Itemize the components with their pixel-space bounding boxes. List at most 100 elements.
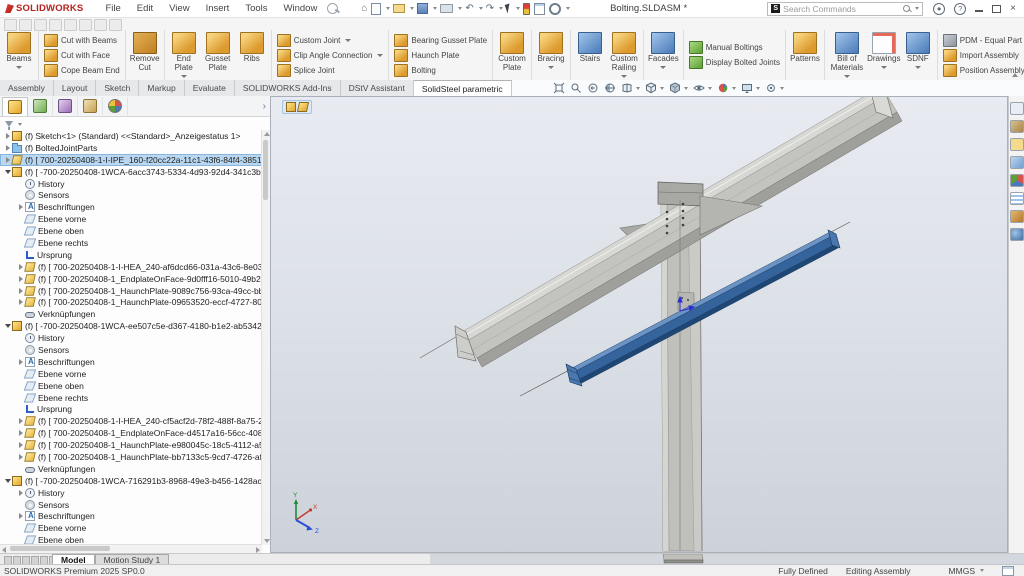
tree-item[interactable]: Beschriftungen bbox=[0, 201, 262, 213]
previous-view-icon[interactable] bbox=[586, 82, 600, 94]
tree-item[interactable]: (f) Sketch<1> (Standard) <<Standard>_Anz… bbox=[0, 130, 262, 142]
print-icon[interactable] bbox=[439, 2, 454, 15]
display-style-icon[interactable] bbox=[668, 82, 689, 94]
home-icon[interactable] bbox=[1010, 102, 1024, 115]
remove-cut-button[interactable]: Remove Cut bbox=[128, 31, 162, 79]
select-caret-icon[interactable] bbox=[516, 7, 520, 10]
assembly-icon[interactable] bbox=[286, 102, 296, 112]
tree-item[interactable]: Ursprung bbox=[0, 403, 262, 415]
steel-structure-model[interactable]: Y X Z bbox=[270, 96, 1008, 553]
tab-layout[interactable]: Layout bbox=[54, 80, 97, 96]
graphics-area[interactable]: Y X Z bbox=[270, 96, 1008, 553]
tree-item[interactable]: (f) [ 700-20250408-1_HaunchPlate-e980045… bbox=[0, 439, 262, 451]
tree-item[interactable]: Ursprung bbox=[0, 249, 262, 261]
save-caret-icon[interactable] bbox=[433, 7, 437, 10]
view-orientation-icon[interactable] bbox=[644, 82, 665, 94]
undo-caret-icon[interactable] bbox=[479, 7, 483, 10]
bill-of-materials-caret-icon[interactable] bbox=[844, 75, 850, 78]
tab-markup[interactable]: Markup bbox=[139, 80, 184, 96]
tree-item[interactable]: Sensors bbox=[0, 499, 262, 511]
view-settings-icon[interactable] bbox=[764, 82, 785, 94]
tree-item[interactable]: Beschriftungen bbox=[0, 356, 262, 368]
edit-appearance-icon[interactable] bbox=[716, 82, 737, 94]
scroll-up-icon[interactable] bbox=[264, 132, 270, 136]
tree-item[interactable]: (f) [ -700-20250408-1WCA-ee507c5e-d367-4… bbox=[0, 320, 262, 332]
collapse-arrow-icon[interactable] bbox=[3, 479, 12, 483]
hide-show-items-caret-icon[interactable] bbox=[708, 87, 712, 90]
collapse-arrow-icon[interactable] bbox=[3, 170, 12, 174]
sdnf-button[interactable]: SDNF bbox=[901, 31, 935, 79]
tab-dstv-assistant[interactable]: DStV Assistant bbox=[341, 80, 414, 96]
expand-arrow-icon[interactable] bbox=[16, 490, 25, 496]
filter-funnel-icon[interactable] bbox=[5, 121, 13, 127]
configurationmanager-tab[interactable] bbox=[53, 97, 78, 115]
bracing-button[interactable]: Bracing bbox=[534, 31, 568, 79]
haunch-plate-button[interactable]: Haunch Plate bbox=[391, 48, 490, 63]
tree-item[interactable]: (f) [ 700-20250408-1-I-HEA_240-cf5acf2d-… bbox=[0, 415, 262, 427]
part-icon[interactable] bbox=[297, 102, 309, 112]
undo-icon[interactable]: ↶ bbox=[464, 2, 474, 15]
view-palette-icon[interactable] bbox=[1010, 156, 1024, 169]
menu-tools[interactable]: Tools bbox=[237, 1, 275, 16]
file-properties-icon[interactable] bbox=[533, 2, 546, 15]
apply-scene-icon[interactable] bbox=[740, 82, 761, 94]
appearances-icon[interactable] bbox=[1010, 174, 1024, 187]
menu-edit[interactable]: Edit bbox=[129, 1, 161, 16]
expand-arrow-icon[interactable] bbox=[16, 204, 25, 210]
new-document-caret-icon[interactable] bbox=[386, 7, 390, 10]
hscroll-thumb[interactable] bbox=[10, 546, 110, 551]
tree-item[interactable]: Ebene oben bbox=[0, 225, 262, 237]
select-icon[interactable] bbox=[505, 2, 512, 15]
drawings-caret-icon[interactable] bbox=[881, 66, 887, 69]
collapse-ribbon-icon[interactable] bbox=[1012, 73, 1018, 77]
expand-arrow-icon[interactable] bbox=[16, 276, 25, 282]
expand-arrow-icon[interactable] bbox=[3, 145, 12, 151]
minimize-icon[interactable] bbox=[975, 10, 983, 12]
tree-item[interactable]: Sensors bbox=[0, 344, 262, 356]
section-view-icon[interactable] bbox=[603, 82, 617, 94]
scroll-right-icon[interactable] bbox=[256, 547, 260, 553]
close-icon[interactable]: × bbox=[1010, 4, 1016, 14]
view-settings-caret-icon[interactable] bbox=[780, 87, 784, 90]
rebuild-icon[interactable] bbox=[522, 2, 531, 15]
tree-item[interactable]: Ebene vorne bbox=[0, 522, 262, 534]
bill-of-materials-button[interactable]: Bill of Materials bbox=[827, 31, 867, 79]
splice-plate[interactable] bbox=[658, 182, 703, 206]
tree-item[interactable]: Ebene vorne bbox=[0, 213, 262, 225]
display-style-caret-icon[interactable] bbox=[684, 87, 688, 90]
print-caret-icon[interactable] bbox=[458, 7, 462, 10]
tree-vertical-scrollbar[interactable] bbox=[261, 130, 270, 545]
help-icon[interactable]: ? bbox=[954, 3, 966, 15]
beams-button[interactable]: Beams bbox=[2, 31, 36, 79]
zoom-to-fit-icon[interactable] bbox=[552, 82, 566, 94]
expand-arrow-icon[interactable] bbox=[3, 133, 12, 139]
open-caret-icon[interactable] bbox=[410, 7, 414, 10]
restore-window-icon[interactable] bbox=[992, 5, 1001, 13]
tree-item[interactable]: History bbox=[0, 178, 262, 190]
clip-angle-connection-caret-icon[interactable] bbox=[377, 54, 383, 57]
menu-file[interactable]: File bbox=[97, 1, 128, 16]
tree-item[interactable]: (f) [ 700-20250408-1_HaunchPlate-bb7133c… bbox=[0, 451, 262, 463]
scroll-down-icon[interactable] bbox=[264, 539, 270, 543]
tree-item[interactable]: Beschriftungen bbox=[0, 511, 262, 523]
home-icon[interactable]: ⌂ bbox=[360, 2, 368, 15]
tree-horizontal-scrollbar[interactable] bbox=[0, 544, 262, 553]
tree-item[interactable]: Ebene rechts bbox=[0, 237, 262, 249]
save-icon[interactable] bbox=[416, 2, 429, 15]
expand-arrow-icon[interactable] bbox=[16, 359, 25, 365]
redo-caret-icon[interactable] bbox=[499, 7, 503, 10]
filter-caret-icon[interactable] bbox=[18, 123, 22, 126]
annotation-views-icon[interactable] bbox=[620, 82, 641, 94]
facades-caret-icon[interactable] bbox=[660, 66, 666, 69]
apply-scene-caret-icon[interactable] bbox=[756, 87, 760, 90]
menu-insert[interactable]: Insert bbox=[198, 1, 238, 16]
tab-sketch[interactable]: Sketch bbox=[96, 80, 139, 96]
import-assembly-button[interactable]: Import Assembly bbox=[940, 48, 1024, 63]
ribs-button[interactable]: Ribs bbox=[235, 31, 269, 79]
expand-arrow-icon[interactable] bbox=[3, 157, 12, 163]
tree-item[interactable]: (f) [ 700-20250408-1_EndplateOnFace-9d0f… bbox=[0, 273, 262, 285]
bracing-caret-icon[interactable] bbox=[548, 66, 554, 69]
dimxpertmanager-tab[interactable] bbox=[78, 97, 103, 115]
hide-show-items-icon[interactable] bbox=[692, 82, 713, 94]
cope-beam-end-button[interactable]: Cope Beam End bbox=[41, 63, 123, 78]
